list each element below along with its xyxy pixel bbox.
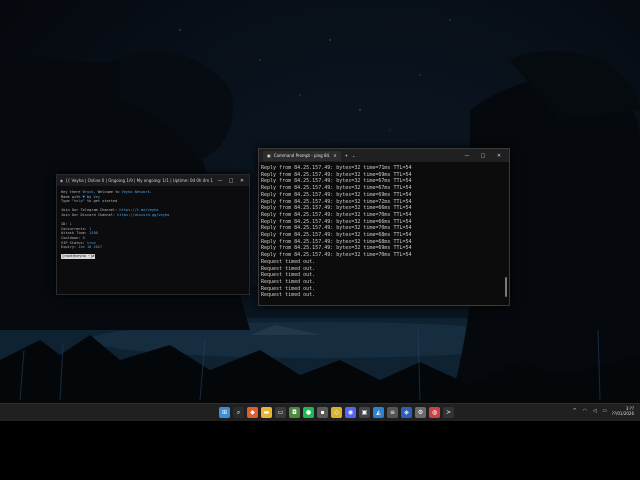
terminal-text: 1 <box>69 222 72 227</box>
terminal-text: , Welcome to <box>93 190 122 194</box>
terminal-text: Expiry: <box>61 245 79 250</box>
command-prompt-input[interactable]: [root@veyha ~]# <box>61 254 96 259</box>
terminal-text: https://discord.gg/veyha <box>117 212 170 217</box>
clock-date: ??/01/2026 <box>611 411 634 416</box>
command-prompt-window[interactable]: ▣ Command Prompt - ping 84. ✕ + ⌄ — □ ✕ … <box>258 148 510 306</box>
tab-command-prompt[interactable]: ▣ Command Prompt - ping 84. ✕ <box>263 150 341 161</box>
scrollbar[interactable] <box>505 277 507 297</box>
terminal-text: Hey there <box>61 190 83 194</box>
vscode-icon[interactable]: ◭ <box>373 407 384 418</box>
terminal-text: Concurrents: <box>61 226 90 231</box>
gem-icon[interactable]: ◇ <box>331 407 342 418</box>
battery-icon[interactable]: ▭ <box>602 408 608 414</box>
terminal-text: Join Our Discord Channel: <box>61 212 118 217</box>
tab-close-icon[interactable]: ✕ <box>333 153 336 158</box>
terminal-text: 1200 <box>89 231 98 236</box>
monitor-icon[interactable]: ▣ <box>359 407 370 418</box>
terminal-text: help <box>73 199 83 204</box>
letterbox-bar <box>0 421 640 480</box>
terminal-text: Cooldown: <box>61 235 83 240</box>
tab-title: Command Prompt - ping 84. <box>273 153 331 158</box>
terminal-text: ID: <box>61 222 70 227</box>
maximize-icon[interactable]: □ <box>227 178 235 184</box>
shield-icon[interactable]: ◘ <box>289 407 300 418</box>
terminal-text: Join Our Telegram Channel: <box>61 208 120 213</box>
terminal-text: 0 <box>82 235 85 240</box>
ping-line: Reply from 84.25.157.49: bytes=32 time=6… <box>261 218 412 225</box>
discord-icon[interactable]: ◉ <box>345 407 356 418</box>
taskbar: ⊞ ⌕ ◆ ▬ ▭ ◘ ● ▪ ◇ ◉ ▣ ◭ ≡ ◈ ⚙ ◍ > ^ ◠ ◁ ▭ 3:?? ??/01/202… <box>0 403 640 421</box>
cmd-tab-icon: ▣ <box>267 153 271 158</box>
ping-line: Reply from 84.25.157.49: bytes=32 time=7… <box>261 252 412 259</box>
terminal-text: true <box>86 240 96 245</box>
taskbar-apps: ⊞ ⌕ ◆ ▬ ▭ ◘ ● ▪ ◇ ◉ ▣ ◭ ≡ ◈ ⚙ ◍ > <box>219 407 454 418</box>
terminal-output[interactable]: Hey there Brock, Welcome to Veyha Networ… <box>57 186 249 263</box>
ping-line: Reply from 84.25.157.49: bytes=32 time=6… <box>261 245 412 252</box>
settings-icon[interactable]: ⚙ <box>415 407 426 418</box>
ping-line: Reply from 84.25.157.49: bytes=32 time=7… <box>261 211 412 218</box>
ping-line: Reply from 84.25.157.49: bytes=32 time=6… <box>261 178 412 185</box>
title-bar[interactable]: ▣ Command Prompt - ping 84. ✕ + ⌄ — □ ✕ <box>259 149 509 162</box>
browser-icon[interactable]: ◍ <box>429 407 440 418</box>
brave-icon[interactable]: ◆ <box>247 407 258 418</box>
cmd-icon[interactable]: > <box>443 407 454 418</box>
new-tab-icon[interactable]: + <box>345 153 348 158</box>
terminal-text: Veyha Network. <box>121 190 152 194</box>
ping-line: Reply from 84.25.157.49: bytes=32 time=6… <box>261 185 412 192</box>
ping-line: Reply from 84.25.157.49: bytes=32 time=6… <box>261 232 412 239</box>
terminal-text: Attack Time: <box>61 231 90 236</box>
terminal-text: Type " <box>61 199 74 204</box>
terminal-text: 1 <box>89 226 92 231</box>
ping-line: Reply from 84.25.157.49: bytes=32 time=7… <box>261 198 412 205</box>
system-tray: ^ ◠ ◁ ▭ 3:?? ??/01/2026 <box>572 406 634 416</box>
window-title: [{ Veyha | Online 0 | Ongoing 1/9 | My o… <box>66 178 213 183</box>
shield-blue-icon[interactable]: ◈ <box>401 407 412 418</box>
ping-output[interactable]: Reply from 84.25.157.49: bytes=32 time=7… <box>259 162 509 302</box>
volume-icon[interactable]: ◁ <box>592 408 598 414</box>
veyha-terminal-window[interactable]: ◈ [{ Veyha | Online 0 | Ongoing 1/9 | My… <box>56 174 250 295</box>
terminal-text: Made with <box>61 194 83 199</box>
clock[interactable]: 3:?? ??/01/2026 <box>612 406 634 416</box>
ping-line: Reply from 84.25.157.49: bytes=32 time=6… <box>261 238 412 245</box>
terminal-icon[interactable]: ▭ <box>275 407 286 418</box>
ping-line: Reply from 84.25.157.49: bytes=32 time=6… <box>261 171 412 178</box>
ping-line: Request timed out. <box>261 292 316 299</box>
dropdown-chevron-icon[interactable]: ⌄ <box>352 153 355 158</box>
ping-line: Reply from 84.25.157.49: bytes=32 time=6… <box>261 191 412 198</box>
ping-line: Reply from 84.25.157.49: bytes=32 time=7… <box>261 225 412 232</box>
folder-icon[interactable]: ▬ <box>261 407 272 418</box>
terminal-text: Jan 10 2027 <box>78 245 103 250</box>
ping-line: Reply from 84.25.157.49: bytes=32 time=6… <box>261 205 412 212</box>
spotify-icon[interactable]: ● <box>303 407 314 418</box>
terminal-text: Vey <box>93 194 100 199</box>
ping-line: Request timed out. <box>261 265 316 272</box>
terminal-text: https://t.me/veyha <box>119 208 159 213</box>
terminal-text: " to get started <box>82 199 118 204</box>
ping-line: Request timed out. <box>261 272 316 279</box>
close-icon[interactable]: ✕ <box>238 178 246 184</box>
ping-line: Request timed out. <box>261 285 316 292</box>
search-icon[interactable]: ⌕ <box>233 407 244 418</box>
wifi-icon[interactable]: ◠ <box>582 408 588 414</box>
terminal-text: VIP Status: <box>61 240 87 245</box>
start-icon[interactable]: ⊞ <box>219 407 230 418</box>
terminal-text: Brock <box>82 190 94 194</box>
maximize-icon[interactable]: □ <box>477 153 489 159</box>
app-icon[interactable]: ▪ <box>317 407 328 418</box>
title-bar[interactable]: ◈ [{ Veyha | Online 0 | Ongoing 1/9 | My… <box>57 175 249 186</box>
close-icon[interactable]: ✕ <box>493 153 505 159</box>
minimize-icon[interactable]: — <box>216 178 224 184</box>
terminal-app-icon: ◈ <box>60 178 64 183</box>
ping-line: Reply from 84.25.157.49: bytes=32 time=7… <box>261 165 412 171</box>
ping-line: Request timed out. <box>261 258 316 265</box>
minimize-icon[interactable]: — <box>461 153 473 159</box>
notes-icon[interactable]: ≡ <box>387 407 398 418</box>
chevron-up-icon[interactable]: ^ <box>572 408 578 414</box>
ping-line: Request timed out. <box>261 278 316 285</box>
